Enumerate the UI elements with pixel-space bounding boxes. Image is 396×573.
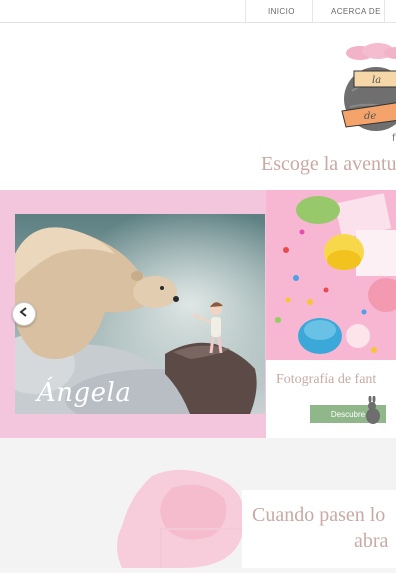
svg-text:f: f bbox=[392, 133, 396, 141]
nav-divider bbox=[312, 0, 313, 22]
card-image[interactable] bbox=[266, 190, 396, 360]
rabbit-icon bbox=[364, 395, 382, 429]
svg-text:la: la bbox=[372, 75, 381, 86]
nav-divider bbox=[245, 0, 246, 22]
slider-prev-button[interactable] bbox=[12, 302, 36, 326]
intro-heading: Cuando pasen lo abra bbox=[252, 502, 388, 554]
photo-frame bbox=[160, 528, 244, 568]
svg-text:de: de bbox=[364, 111, 376, 122]
nav-divider bbox=[384, 0, 385, 22]
card-title: Fotografía de fant bbox=[276, 372, 377, 387]
site-header: la de f Escoge la aventu bbox=[0, 23, 396, 190]
intro-heading-line-1: Cuando pasen lo bbox=[252, 504, 386, 526]
top-nav: INICIO ACERCA DE bbox=[0, 0, 396, 23]
chevron-left-icon bbox=[18, 305, 30, 323]
nav-item-acerca-de[interactable]: ACERCA DE bbox=[331, 7, 381, 16]
intro-text-box: Cuando pasen lo abra bbox=[242, 490, 396, 568]
category-card: Fotografía de fant Descubre bbox=[266, 190, 396, 438]
page-headline: Escoge la aventu bbox=[261, 153, 396, 175]
nav-item-inicio[interactable]: INICIO bbox=[268, 7, 295, 16]
site-logo[interactable]: la de f bbox=[338, 41, 396, 146]
slider-image[interactable]: Ángela bbox=[15, 214, 265, 414]
slider-caption: Ángela bbox=[37, 378, 132, 408]
intro-heading-line-2: abra bbox=[354, 530, 389, 552]
